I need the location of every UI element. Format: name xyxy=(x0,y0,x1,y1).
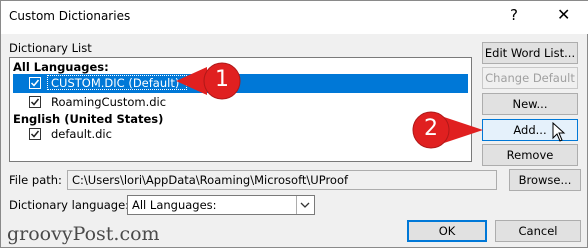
callout-2-label: 2 xyxy=(424,116,438,141)
browse-button[interactable]: Browse... xyxy=(509,169,581,191)
dictionary-language-value: All Languages: xyxy=(132,198,217,212)
chevron-down-icon[interactable] xyxy=(296,196,314,214)
callout-1-label: 1 xyxy=(215,67,229,92)
callout-2-icon xyxy=(412,111,483,149)
help-button[interactable]: ? xyxy=(510,6,518,24)
list-item-label: CUSTOM.DIC (Default) xyxy=(51,76,180,90)
checkbox-default-dic[interactable] xyxy=(29,128,41,140)
list-item-label: default.dic xyxy=(51,127,112,141)
watermark-text: groovyPost.com xyxy=(7,223,160,245)
mouse-pointer-icon xyxy=(552,122,566,142)
dialog-title: Custom Dictionaries xyxy=(9,9,131,23)
dictionary-list-label: Dictionary List xyxy=(9,41,92,55)
callout-1-icon xyxy=(176,62,241,100)
checkbox-roamingcustom-dic[interactable] xyxy=(29,96,41,108)
group-english-us: English (United States) xyxy=(13,112,164,126)
cancel-button[interactable]: Cancel xyxy=(495,220,581,242)
checkbox-custom-dic[interactable] xyxy=(29,77,41,89)
close-button[interactable]: ✕ xyxy=(557,5,570,24)
remove-button[interactable]: Remove xyxy=(482,144,578,166)
title-bar: Custom Dictionaries ? ✕ xyxy=(1,1,588,34)
new-button[interactable]: New... xyxy=(482,93,578,115)
file-path-field: C:\Users\lori\AppData\Roaming\Microsoft\… xyxy=(67,170,497,190)
dictionary-language-label: Dictionary language: xyxy=(9,198,130,212)
ok-button[interactable]: OK xyxy=(407,220,487,242)
custom-dictionaries-dialog: Custom Dictionaries ? ✕ Dictionary List … xyxy=(0,0,588,248)
group-all-languages: All Languages: xyxy=(13,60,109,74)
list-item-label: RoamingCustom.dic xyxy=(51,95,167,109)
list-item-default-dic[interactable]: default.dic xyxy=(13,125,468,144)
file-path-label: File path: xyxy=(9,173,62,187)
change-default-button[interactable]: Change Default xyxy=(482,67,578,89)
dictionary-language-select[interactable]: All Languages: xyxy=(127,195,315,215)
edit-word-list-button[interactable]: Edit Word List... xyxy=(482,42,578,64)
